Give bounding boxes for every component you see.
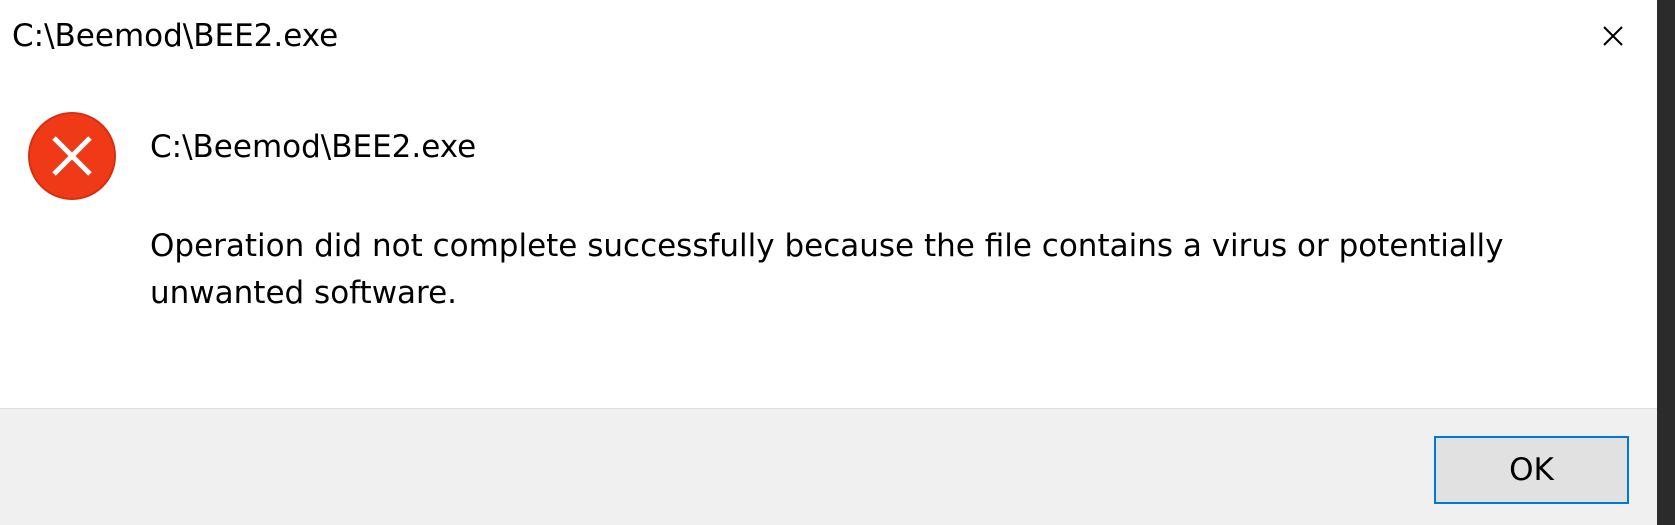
window-title: C:\Beemod\BEE2.exe <box>12 18 339 54</box>
close-icon <box>1603 26 1623 46</box>
error-dialog: C:\Beemod\BEE2.exe C:\Beemod\BEE2.exe Op… <box>0 0 1657 525</box>
title-bar: C:\Beemod\BEE2.exe <box>0 0 1657 78</box>
ok-button[interactable]: OK <box>1434 436 1629 504</box>
close-button[interactable] <box>1578 10 1648 62</box>
error-icon <box>28 112 116 200</box>
dialog-footer: OK <box>0 408 1657 525</box>
dialog-content: C:\Beemod\BEE2.exe Operation did not com… <box>0 78 1657 408</box>
file-path-heading: C:\Beemod\BEE2.exe <box>150 129 477 165</box>
error-message: Operation did not complete successfully … <box>150 228 1504 311</box>
